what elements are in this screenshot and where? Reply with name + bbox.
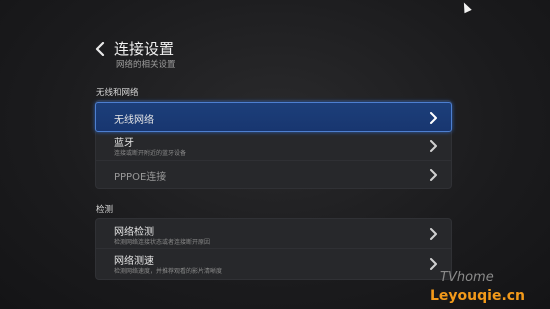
section-title-detection: 检测 bbox=[96, 205, 114, 215]
list-item-pppoe[interactable]: PPPOE连接 bbox=[96, 160, 451, 189]
page-title: 连接设置 bbox=[114, 40, 175, 58]
mouse-cursor-icon bbox=[460, 0, 472, 14]
watermark-line2: Leyouqie.cn bbox=[430, 288, 525, 304]
list-item-wifi[interactable]: 无线网络 bbox=[95, 102, 452, 132]
list-item-bluetooth[interactable]: 蓝牙 连接或断开附近的蓝牙设备 bbox=[96, 131, 451, 161]
section-title-wireless: 无线和网络 bbox=[96, 88, 139, 98]
item-label: 网络测速 bbox=[114, 256, 154, 267]
item-label: 蓝牙 bbox=[114, 138, 134, 149]
chevron-right-icon bbox=[430, 228, 437, 240]
item-label: 无线网络 bbox=[114, 115, 154, 126]
item-description: 连接或断开附近的蓝牙设备 bbox=[114, 150, 187, 157]
item-description: 检测网络连接状态或者连接断开原因 bbox=[114, 239, 211, 246]
back-arrow-icon[interactable] bbox=[94, 42, 106, 56]
chevron-right-icon bbox=[430, 140, 437, 152]
page-subtitle: 网络的相关设置 bbox=[116, 60, 176, 70]
chevron-right-icon bbox=[430, 112, 437, 124]
watermark-logo: TVhome Leyouqie.cn bbox=[430, 270, 525, 304]
item-label: 网络检测 bbox=[114, 227, 154, 238]
list-item-speed-test[interactable]: 网络测速 检测网络速度，并推荐观看的影片清晰度 bbox=[96, 249, 451, 278]
wireless-panel: 无线网络 蓝牙 连接或断开附近的蓝牙设备 PPPOE连接 bbox=[95, 100, 452, 189]
detection-panel: 网络检测 检测网络连接状态或者连接断开原因 网络测速 检测网络速度，并推荐观看的… bbox=[95, 218, 452, 280]
watermark-line1: TVhome bbox=[440, 270, 494, 285]
item-description: 检测网络速度，并推荐观看的影片清晰度 bbox=[114, 268, 223, 275]
chevron-right-icon bbox=[430, 169, 437, 181]
item-label: PPPOE连接 bbox=[114, 172, 167, 183]
list-item-network-check[interactable]: 网络检测 检测网络连接状态或者连接断开原因 bbox=[96, 219, 451, 249]
